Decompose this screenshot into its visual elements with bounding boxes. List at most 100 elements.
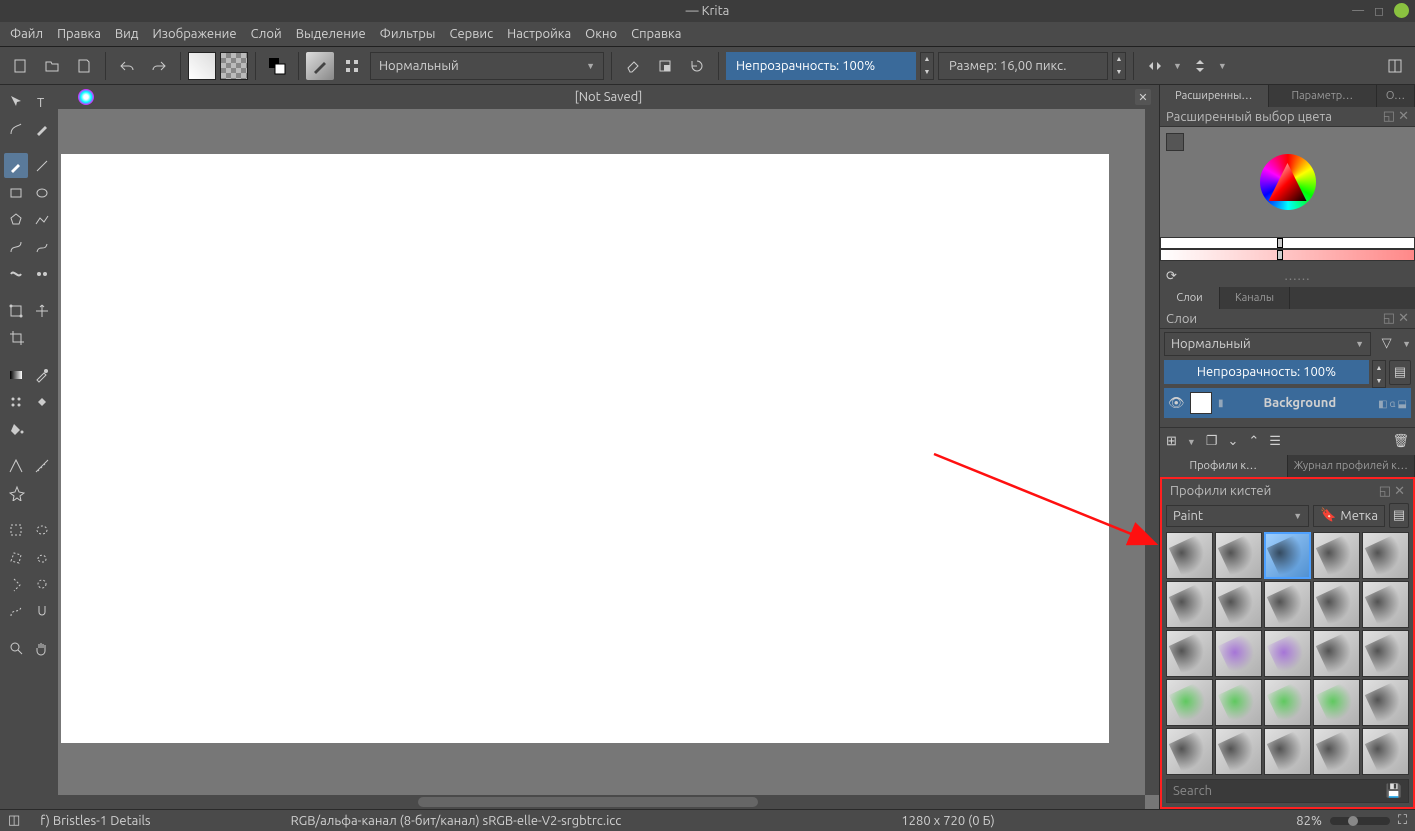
menu-layer[interactable]: Слой: [251, 27, 282, 41]
brush-category-select[interactable]: Paint▼: [1166, 505, 1309, 527]
move-layer-tool[interactable]: [30, 298, 54, 323]
add-layer-button[interactable]: ⊞: [1166, 434, 1177, 449]
assistant-tool[interactable]: [4, 453, 28, 478]
brush-preset[interactable]: [1264, 581, 1311, 628]
chevron-down-icon[interactable]: ▼: [1173, 61, 1182, 71]
scroll-thumb[interactable]: [418, 797, 758, 807]
color-selector[interactable]: [1160, 127, 1415, 237]
crop-tool[interactable]: [4, 325, 29, 350]
layer-opacity-spinner[interactable]: ▲▼: [1372, 360, 1386, 388]
menu-edit[interactable]: Правка: [57, 27, 101, 41]
tab-parameters[interactable]: Параметр…: [1269, 85, 1378, 107]
refresh-icon[interactable]: ⟳: [1166, 269, 1177, 284]
mirror-v-button[interactable]: [1186, 52, 1214, 80]
layer-row[interactable]: 👁 ▮ Background ◧α⬓: [1164, 388, 1411, 418]
brush-preset[interactable]: [1166, 581, 1213, 628]
brush-preset[interactable]: [1215, 630, 1262, 677]
size-slider[interactable]: Размер: 16,00 пикс.: [938, 52, 1108, 80]
brush-preset[interactable]: [1362, 728, 1409, 775]
line-tool[interactable]: [30, 153, 54, 178]
brush-preset[interactable]: [1215, 581, 1262, 628]
contiguous-select-tool[interactable]: [4, 571, 28, 596]
brush-preset[interactable]: [1313, 630, 1360, 677]
reference-tool[interactable]: [4, 480, 29, 505]
layer-opacity-slider[interactable]: Непрозрачность: 100%: [1164, 360, 1369, 384]
minimize-icon[interactable]: —: [1352, 4, 1364, 17]
pattern-tool[interactable]: [4, 389, 28, 414]
color-history[interactable]: ⟳ ……: [1160, 265, 1415, 287]
brush-preset[interactable]: [1362, 630, 1409, 677]
save-icon[interactable]: 💾: [1386, 784, 1402, 799]
color-picker-tool[interactable]: [30, 362, 54, 387]
poly-select-tool[interactable]: [4, 544, 28, 569]
pan-tool[interactable]: [30, 635, 54, 660]
float-icon[interactable]: ◱: [1383, 311, 1395, 326]
redo-button[interactable]: [145, 52, 173, 80]
menu-selection[interactable]: Выделение: [296, 27, 366, 41]
float-icon[interactable]: ◱: [1383, 109, 1395, 124]
gradient-swatch[interactable]: [188, 52, 216, 80]
brush-preset[interactable]: [1264, 679, 1311, 726]
visibility-icon[interactable]: 👁: [1168, 396, 1184, 411]
tab-advanced-color[interactable]: Расширенны…: [1160, 85, 1269, 107]
select-mode-icon[interactable]: ◫: [8, 813, 20, 828]
dyna-tool[interactable]: [4, 261, 28, 286]
polygon-tool[interactable]: [4, 207, 28, 232]
brush-preset[interactable]: [1313, 679, 1360, 726]
multibrush-tool[interactable]: [30, 261, 54, 286]
close-panel-icon[interactable]: ✕: [1394, 484, 1405, 499]
layer-name[interactable]: Background: [1230, 396, 1371, 410]
size-spinner[interactable]: ▲▼: [1112, 52, 1126, 80]
brush-preset-button[interactable]: [306, 52, 334, 80]
brush-preset[interactable]: [1166, 630, 1213, 677]
edit-shapes-tool[interactable]: [4, 116, 28, 141]
duplicate-layer-button[interactable]: ❐: [1206, 434, 1218, 449]
freehand-path-tool[interactable]: [30, 234, 54, 259]
float-icon[interactable]: ◱: [1379, 484, 1391, 499]
reload-preset-button[interactable]: [683, 52, 711, 80]
zoom-tool[interactable]: [4, 635, 28, 660]
blend-mode-select[interactable]: Нормальный ▼: [370, 52, 604, 80]
menu-file[interactable]: Файл: [10, 27, 43, 41]
brush-view-button[interactable]: ▤: [1389, 503, 1409, 528]
chevron-down-icon[interactable]: ▼: [1402, 339, 1411, 349]
alpha-lock-button[interactable]: [651, 52, 679, 80]
close-panel-icon[interactable]: ✕: [1398, 109, 1409, 124]
zoom-fit-button[interactable]: ⛶: [1398, 813, 1407, 828]
undo-button[interactable]: [113, 52, 141, 80]
brush-preset[interactable]: [1264, 728, 1311, 775]
ellipse-tool[interactable]: [30, 180, 54, 205]
bezier-tool[interactable]: [4, 234, 28, 259]
menu-tools[interactable]: Сервис: [449, 27, 493, 41]
open-file-button[interactable]: [38, 52, 66, 80]
brush-preset[interactable]: [1166, 679, 1213, 726]
document-close-button[interactable]: ✕: [1135, 89, 1151, 105]
maximize-icon[interactable]: ◻: [1374, 4, 1384, 18]
brush-preset[interactable]: [1362, 679, 1409, 726]
close-icon[interactable]: [1394, 3, 1409, 18]
rect-select-tool[interactable]: [4, 517, 28, 542]
layer-settings-button[interactable]: ☰: [1269, 434, 1281, 449]
brush-tag-button[interactable]: 🔖Метка: [1313, 505, 1385, 527]
mirror-h-button[interactable]: [1141, 52, 1169, 80]
brush-preset[interactable]: [1313, 728, 1360, 775]
brush-preset[interactable]: [1264, 630, 1311, 677]
transform-tool[interactable]: [4, 298, 28, 323]
brush-preset[interactable]: [1215, 728, 1262, 775]
tab-layers[interactable]: Слои: [1160, 287, 1220, 309]
vertical-scrollbar[interactable]: [1145, 109, 1159, 795]
color-sliders[interactable]: [1160, 237, 1415, 265]
brush-preset[interactable]: [1362, 581, 1409, 628]
eraser-mode-button[interactable]: [619, 52, 647, 80]
calligraphy-tool[interactable]: [30, 116, 54, 141]
bezier-select-tool[interactable]: [4, 598, 28, 623]
brush-preset[interactable]: [1166, 728, 1213, 775]
opacity-spinner[interactable]: ▲▼: [920, 52, 934, 80]
move-up-button[interactable]: ⌃: [1248, 434, 1259, 449]
move-down-button[interactable]: ⌄: [1227, 434, 1238, 449]
layer-blend-select[interactable]: Нормальный▼: [1164, 332, 1371, 356]
layer-properties-button[interactable]: ▤: [1389, 360, 1411, 385]
brush-preset[interactable]: [1264, 532, 1311, 579]
brush-preset[interactable]: [1215, 532, 1262, 579]
delete-layer-button[interactable]: 🗑: [1392, 434, 1409, 449]
